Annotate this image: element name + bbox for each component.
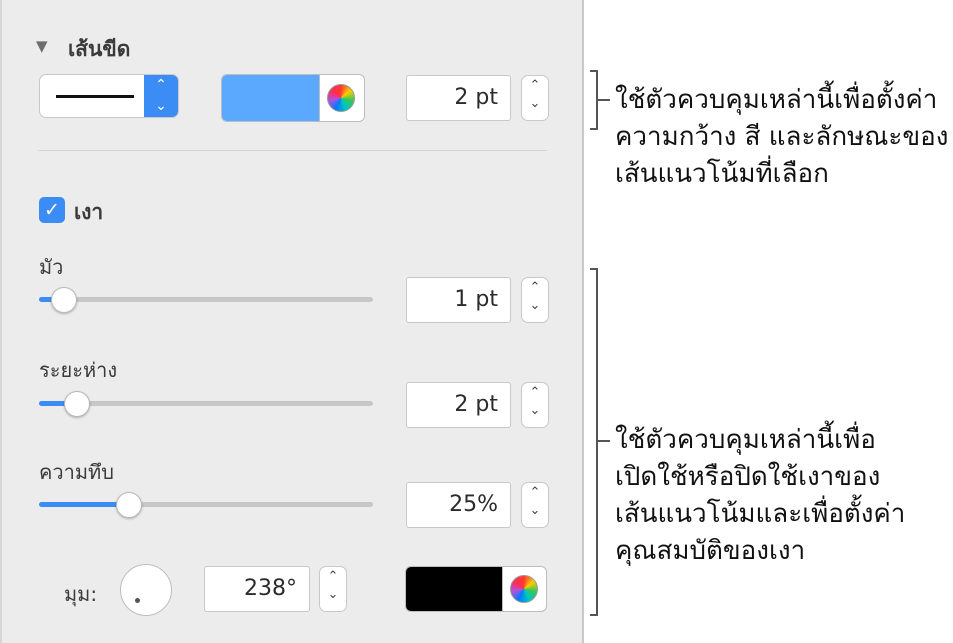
chevron-updown-icon[interactable]: ⌃ ⌄ bbox=[144, 75, 178, 117]
stepper-down-icon[interactable]: ⌄ bbox=[522, 298, 548, 320]
panel-border bbox=[582, 0, 584, 643]
section-divider bbox=[38, 150, 547, 151]
stepper-down-icon[interactable]: ⌄ bbox=[522, 96, 548, 118]
stroke-callout-tick bbox=[598, 99, 610, 101]
angle-stepper[interactable]: ⌃ ⌄ bbox=[319, 566, 347, 612]
stroke-color-swatch[interactable] bbox=[222, 75, 319, 121]
shadow-color-well[interactable] bbox=[405, 566, 547, 612]
callout-line: ใช้ตัวควบคุมเหล่านี้เพื่อตั้งค่า bbox=[615, 85, 938, 115]
offset-label: ระยะห่าง bbox=[39, 358, 118, 382]
line-style-preview bbox=[56, 95, 134, 98]
shadow-checkbox[interactable]: ✓ bbox=[39, 197, 65, 223]
callout-line: เส้นแนวโน้มและเพื่อตั้งค่า bbox=[615, 499, 906, 529]
color-well-divider bbox=[319, 75, 320, 121]
angle-label: มุม: bbox=[64, 582, 98, 606]
blur-slider-track[interactable] bbox=[39, 297, 373, 302]
stepper-down-icon[interactable]: ⌄ bbox=[522, 403, 548, 425]
callout-line: ใช้ตัวควบคุมเหล่านี้เพื่อ bbox=[615, 425, 876, 455]
shadow-checkbox-label: เงา bbox=[74, 200, 104, 224]
shadow-callout-bracket bbox=[590, 268, 598, 616]
stroke-section-title: เส้นขีด bbox=[68, 37, 131, 61]
offset-stepper[interactable]: ⌃ ⌄ bbox=[521, 382, 549, 428]
callout-line: เส้นแนวโน้มที่เลือก bbox=[615, 159, 829, 189]
color-wheel-icon[interactable] bbox=[327, 84, 355, 112]
offset-field[interactable]: 2 pt bbox=[406, 382, 511, 428]
angle-field[interactable]: 238° bbox=[204, 566, 310, 612]
shadow-color-swatch[interactable] bbox=[406, 567, 502, 611]
blur-stepper[interactable]: ⌃ ⌄ bbox=[521, 277, 549, 323]
callout-line: คุณสมบัติของเงา bbox=[615, 536, 806, 566]
stepper-down-icon[interactable]: ⌄ bbox=[320, 587, 346, 609]
shadow-callout: ใช้ตัวควบคุมเหล่านี้เพื่อ เปิดใช้หรือปิด… bbox=[615, 422, 905, 570]
disclosure-triangle-icon[interactable]: ▼ bbox=[36, 37, 48, 55]
stroke-width-stepper[interactable]: ⌃ ⌄ bbox=[521, 75, 549, 121]
blur-field[interactable]: 1 pt bbox=[406, 277, 511, 323]
blur-label: มัว bbox=[39, 255, 64, 279]
stroke-width-field[interactable]: 2 pt bbox=[406, 75, 511, 121]
callout-line: ความกว้าง สี และลักษณะของ bbox=[615, 122, 949, 152]
stroke-callout: ใช้ตัวควบคุมเหล่านี้เพื่อตั้งค่า ความกว้… bbox=[615, 82, 948, 193]
shadow-callout-tick bbox=[598, 440, 610, 442]
callout-line: เปิดใช้หรือปิดใช้เงาของ bbox=[615, 462, 881, 492]
opacity-label: ความทึบ bbox=[39, 460, 114, 484]
stepper-down-icon[interactable]: ⌄ bbox=[522, 503, 548, 525]
opacity-field[interactable]: 25% bbox=[406, 482, 511, 528]
opacity-stepper[interactable]: ⌃ ⌄ bbox=[521, 482, 549, 528]
offset-slider-knob[interactable] bbox=[63, 391, 90, 417]
angle-dial-indicator bbox=[135, 598, 140, 603]
stroke-callout-bracket bbox=[590, 70, 598, 130]
checkmark-icon: ✓ bbox=[44, 199, 60, 221]
stroke-color-well[interactable] bbox=[221, 74, 365, 122]
angle-dial[interactable] bbox=[120, 564, 172, 616]
color-well-divider bbox=[502, 567, 503, 611]
line-style-popup[interactable]: ⌃ ⌄ bbox=[39, 74, 179, 118]
color-wheel-icon[interactable] bbox=[510, 575, 538, 603]
opacity-slider-knob[interactable] bbox=[116, 492, 142, 518]
